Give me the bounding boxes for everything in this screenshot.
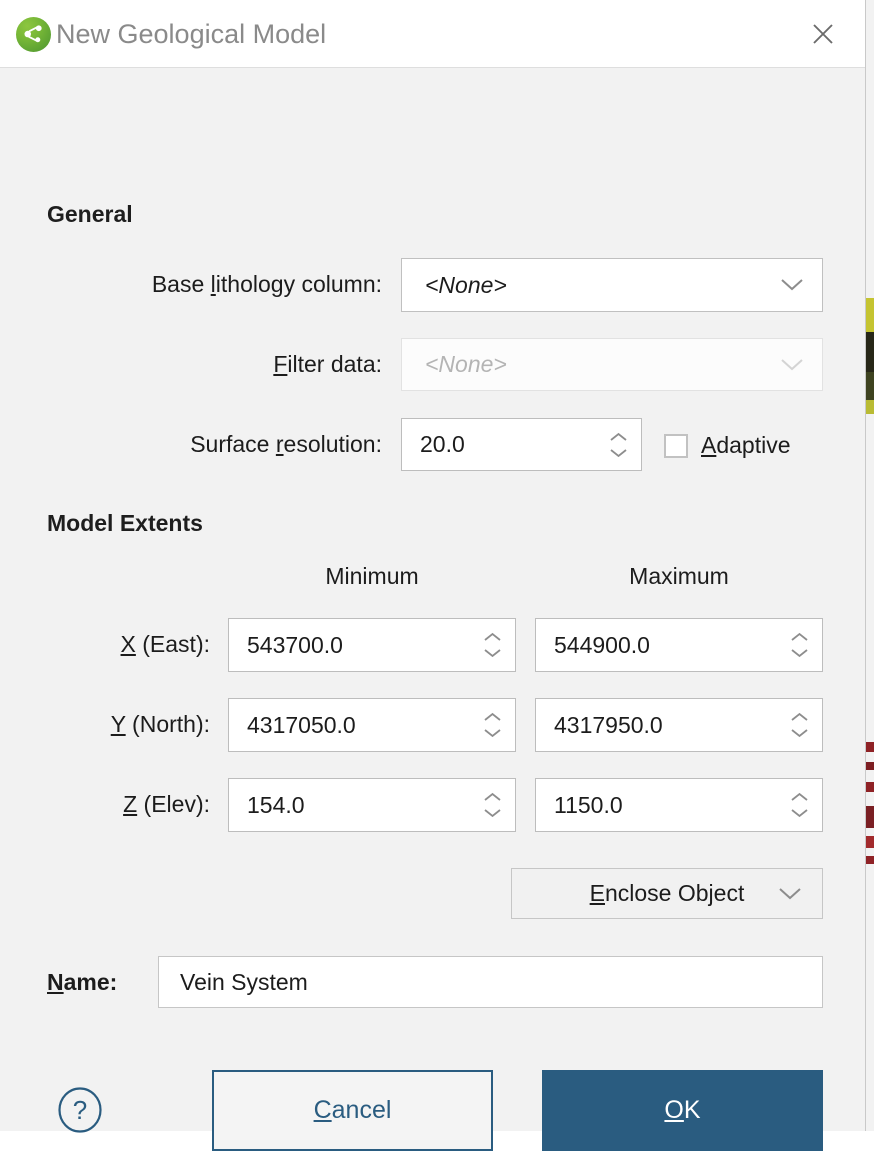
question-mark-circle-icon[interactable]: ? [56,1086,104,1134]
maximum-column-header: Maximum [629,563,729,589]
general-section-heading: General [47,201,133,227]
base-lithology-column-value: <None> [425,271,507,298]
spinner-arrows[interactable] [790,632,809,658]
filter-data-value: <None> [425,351,507,377]
z-minimum-value: 154.0 [247,791,305,818]
label-part: ancel [331,1096,392,1124]
spinner-arrows[interactable] [483,792,502,818]
ok-button[interactable]: OK [542,1070,823,1151]
x-maximum-input[interactable]: 544900.0 [535,618,823,672]
label-part: daptive [716,432,791,458]
x-minimum-value: 543700.0 [247,631,343,658]
y-minimum-value: 4317050.0 [247,711,356,738]
name-label: Name: [47,969,117,996]
accelerator-char: O [664,1096,684,1124]
cancel-button[interactable]: Cancel [212,1070,493,1151]
accelerator-char: Z [123,791,138,817]
filter-data-select[interactable]: <None> [401,338,823,391]
spinner-arrows[interactable] [483,712,502,738]
filter-data-label: Filter data: [0,351,382,378]
enclose-object-button[interactable]: Enclose Object [511,868,823,919]
label-part: esolution: [283,431,382,457]
y-north-label: Y (North): [0,711,210,738]
model-extents-heading: Model Extents [47,510,203,536]
spinner-arrows[interactable] [790,792,809,818]
label-part: K [683,1096,701,1124]
base-lithology-column-label: Base lithology column: [0,271,382,298]
accelerator-char: r [275,431,284,457]
accelerator-char: N [47,969,64,995]
y-maximum-input[interactable]: 4317950.0 [535,698,823,752]
label-part: (East): [135,631,210,657]
accelerator-char: Y [110,711,126,737]
accelerator-char: A [701,432,717,458]
checkbox-box[interactable] [664,433,688,458]
z-minimum-input[interactable]: 154.0 [228,778,516,832]
label-part: (Elev): [137,791,210,817]
dialog-title-bar: New Geological Model [0,0,865,68]
cancel-button-label: Cancel [314,1096,392,1125]
new-geological-model-dialog: New Geological Model General Base lithol… [0,0,866,1151]
chevron-down-icon [780,358,804,372]
label-part: ame: [63,969,118,995]
accelerator-char: C [313,1096,332,1124]
surface-resolution-label: Surface resolution: [0,431,382,458]
label-part: Base [151,271,211,297]
surface-resolution-input[interactable]: 20.0 [401,418,642,471]
label-part: nclose Object [604,880,745,906]
x-minimum-input[interactable]: 543700.0 [228,618,516,672]
label-part: Surface [190,431,276,457]
x-east-label: X (East): [0,631,210,658]
dialog-body: General Base lithology column: <None> Fi… [0,68,865,1151]
z-maximum-value: 1150.0 [554,791,623,818]
accelerator-char: X [120,631,136,657]
accelerator-char: E [589,880,605,906]
label-part: ilter data: [287,351,382,377]
network-nodes-icon [16,17,51,52]
z-elev-label: Z (Elev): [0,791,210,818]
enclose-object-label: Enclose Object [590,880,745,907]
z-maximum-input[interactable]: 1150.0 [535,778,823,832]
dialog-title: New Geological Model [56,19,327,49]
name-value: Vein System [180,968,308,995]
chevron-down-icon [778,887,802,901]
adaptive-checkbox[interactable]: Adaptive [664,432,791,459]
x-maximum-value: 544900.0 [554,631,650,658]
close-icon[interactable] [805,16,841,52]
spinner-arrows[interactable] [609,432,628,458]
spinner-arrows[interactable] [790,712,809,738]
ok-button-label: OK [664,1096,700,1125]
y-minimum-input[interactable]: 4317050.0 [228,698,516,752]
accelerator-char: F [273,351,288,377]
surface-resolution-value: 20.0 [420,431,465,457]
chevron-down-icon [780,278,804,292]
y-maximum-value: 4317950.0 [554,711,663,738]
adaptive-checkbox-label: Adaptive [701,432,791,459]
name-input[interactable]: Vein System [158,956,823,1008]
spinner-arrows[interactable] [483,632,502,658]
minimum-column-header: Minimum [325,563,419,589]
svg-text:?: ? [73,1095,87,1125]
base-lithology-column-select[interactable]: <None> [401,258,823,312]
label-part: ithology column: [215,271,382,297]
label-part: (North): [125,711,210,737]
